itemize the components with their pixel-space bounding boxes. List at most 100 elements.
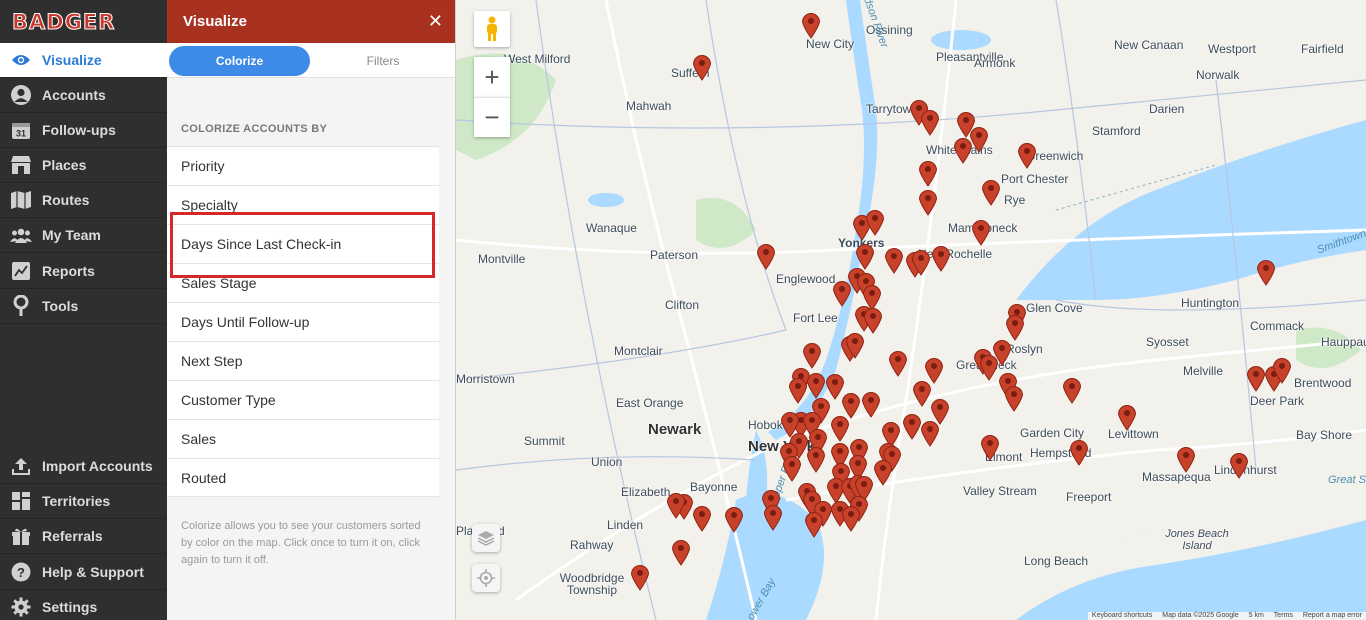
account-pin[interactable]	[920, 108, 940, 136]
place-label: Bayonne	[690, 480, 738, 494]
account-pin[interactable]	[1004, 384, 1024, 412]
nav-item-territories[interactable]: Territories	[0, 484, 167, 519]
nav-item-places[interactable]: Places	[0, 148, 167, 183]
account-pin[interactable]	[806, 445, 826, 473]
account-pin[interactable]	[980, 433, 1000, 461]
tab-filters[interactable]: Filters	[317, 46, 449, 76]
option-sales-stage[interactable]: Sales Stage	[167, 263, 439, 302]
account-pin[interactable]	[692, 53, 712, 81]
account-pin[interactable]	[806, 371, 826, 399]
nav-item-my-team[interactable]: My Team	[0, 218, 167, 253]
account-pin[interactable]	[1272, 356, 1292, 384]
account-pin[interactable]	[671, 538, 691, 566]
grid-icon	[10, 490, 32, 512]
option-days-since-last-check-in[interactable]: Days Since Last Check-in	[167, 224, 439, 263]
place-label: Montville	[478, 252, 526, 266]
tab-colorize[interactable]: Colorize	[169, 46, 310, 76]
account-pin[interactable]	[788, 376, 808, 404]
account-pin[interactable]	[724, 505, 744, 533]
badger-logo[interactable]: BADGER	[0, 0, 167, 43]
account-pin[interactable]	[1117, 403, 1137, 431]
account-pin[interactable]	[841, 504, 861, 532]
option-sales[interactable]: Sales	[167, 419, 439, 458]
nav-item-follow-ups[interactable]: 31 Follow-ups	[0, 113, 167, 148]
nav-item-visualize[interactable]: Visualize	[0, 43, 167, 78]
map-canvas[interactable]: New City Ossining Pleasantville Armonk N…	[456, 0, 1366, 620]
place-label: Syosset	[1146, 335, 1189, 349]
account-pin[interactable]	[802, 341, 822, 369]
option-customer-type[interactable]: Customer Type	[167, 380, 439, 419]
account-pin[interactable]	[1017, 141, 1037, 169]
layers-icon[interactable]	[472, 524, 500, 552]
account-pin[interactable]	[1176, 445, 1196, 473]
account-pin[interactable]	[1246, 364, 1266, 392]
account-pin[interactable]	[920, 419, 940, 447]
report-error-link[interactable]: Report a map error	[1303, 612, 1362, 620]
terms-link[interactable]: Terms	[1274, 612, 1293, 620]
account-pin[interactable]	[1062, 376, 1082, 404]
account-pin[interactable]	[832, 279, 852, 307]
storefront-icon	[10, 154, 32, 176]
map-icon	[10, 189, 32, 211]
account-pin[interactable]	[804, 510, 824, 538]
place-label: Port Chester	[1001, 172, 1069, 186]
option-next-step[interactable]: Next Step	[167, 341, 439, 380]
nav-item-referrals[interactable]: Referrals	[0, 519, 167, 554]
account-pin[interactable]	[756, 242, 776, 270]
account-pin[interactable]	[981, 178, 1001, 206]
account-pin[interactable]	[830, 414, 850, 442]
account-pin[interactable]	[911, 248, 931, 276]
nav-label: Routes	[42, 192, 90, 208]
account-pin[interactable]	[630, 563, 650, 591]
account-pin[interactable]	[888, 349, 908, 377]
street-view-pegman-icon[interactable]	[474, 11, 510, 47]
account-pin[interactable]	[918, 159, 938, 187]
panel-header: Visualize ✕	[167, 0, 455, 43]
account-pin[interactable]	[884, 246, 904, 274]
account-pin[interactable]	[666, 491, 686, 519]
account-pin[interactable]	[912, 379, 932, 407]
account-pin[interactable]	[873, 458, 893, 486]
nav-item-reports[interactable]: Reports	[0, 254, 167, 289]
account-pin[interactable]	[931, 244, 951, 272]
account-pin[interactable]	[979, 353, 999, 381]
account-pin[interactable]	[918, 188, 938, 216]
option-specialty[interactable]: Specialty	[167, 185, 439, 224]
team-icon	[10, 224, 32, 246]
account-pin[interactable]	[902, 412, 922, 440]
option-routed[interactable]: Routed	[167, 458, 439, 497]
nav-item-routes[interactable]: Routes	[0, 183, 167, 218]
place-label: Englewood	[776, 272, 836, 286]
option-days-until-follow-up[interactable]: Days Until Follow-up	[167, 302, 439, 341]
account-pin[interactable]	[865, 208, 885, 236]
zoom-out-button[interactable]: −	[474, 97, 510, 137]
nav-item-tools[interactable]: Tools	[0, 289, 167, 324]
nav-item-accounts[interactable]: Accounts	[0, 78, 167, 113]
place-label: Morristown	[456, 372, 515, 386]
place-label: Valley Stream	[963, 484, 1037, 498]
nav-item-import-accounts[interactable]: Import Accounts	[0, 449, 167, 484]
account-pin[interactable]	[861, 390, 881, 418]
my-location-icon[interactable]	[472, 564, 500, 592]
place-label: Brentwood	[1294, 376, 1352, 390]
place-label: Clifton	[665, 298, 700, 312]
keyboard-shortcuts-link[interactable]: Keyboard shortcuts	[1092, 612, 1152, 620]
account-pin[interactable]	[763, 503, 783, 531]
section-label: COLORIZE ACCOUNTS BY	[181, 123, 328, 135]
close-icon[interactable]: ✕	[428, 11, 443, 32]
nav-item-help-support[interactable]: ? Help & Support	[0, 555, 167, 590]
account-pin[interactable]	[863, 306, 883, 334]
account-pin[interactable]	[692, 504, 712, 532]
account-pin[interactable]	[971, 218, 991, 246]
account-pin[interactable]	[1229, 451, 1249, 479]
option-priority[interactable]: Priority	[167, 146, 439, 185]
account-pin[interactable]	[1069, 438, 1089, 466]
account-pin[interactable]	[801, 11, 821, 39]
account-pin[interactable]	[953, 136, 973, 164]
account-pin[interactable]	[1005, 313, 1025, 341]
nav-item-settings[interactable]: Settings	[0, 590, 167, 620]
account-pin[interactable]	[782, 454, 802, 482]
account-pin[interactable]	[1256, 258, 1276, 286]
zoom-in-button[interactable]: +	[474, 57, 510, 97]
account-pin[interactable]	[845, 331, 865, 359]
